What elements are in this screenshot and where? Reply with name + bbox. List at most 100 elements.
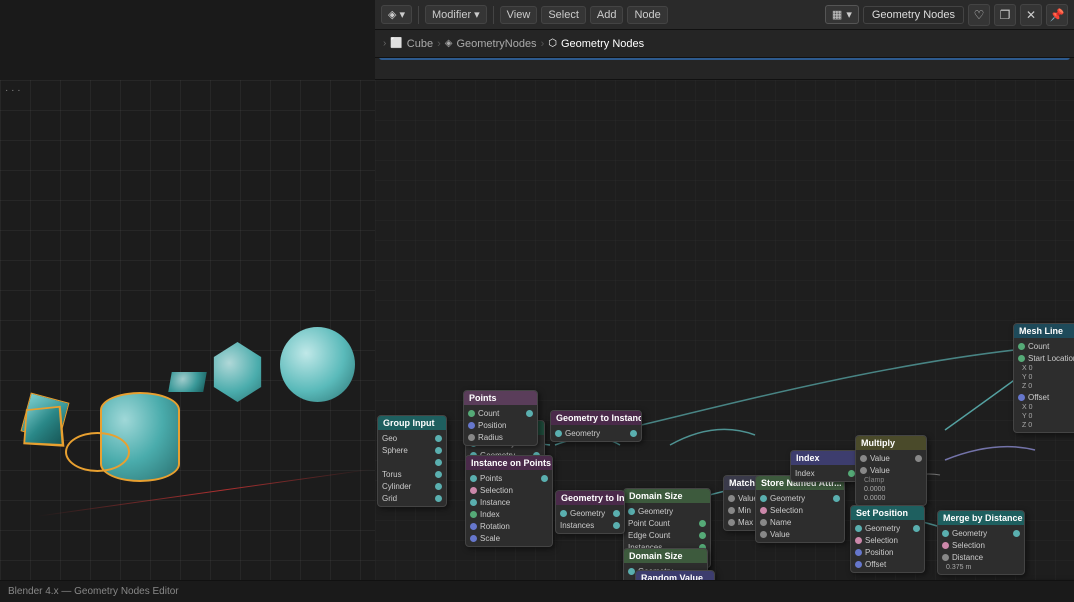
s-val [760, 531, 767, 538]
3d-viewport[interactable]: · · · [0, 80, 375, 602]
add-menu[interactable]: Add [590, 6, 624, 24]
tree-name-text: Geometry Nodes [872, 9, 955, 21]
s-geo [855, 525, 862, 532]
domain-size-2-header: Domain Size [624, 549, 707, 563]
bookmark-icon: ♡ [974, 8, 985, 22]
mesh-line-header: Mesh Line [1014, 324, 1074, 338]
tree-display-button[interactable]: ▦ ▾ [825, 5, 859, 24]
geonode-icon: ◈ [445, 38, 453, 49]
tree-display-icon: ▦ [832, 8, 842, 21]
s-a [860, 455, 867, 462]
s-sel [942, 542, 949, 549]
s-out [541, 475, 548, 482]
s-sel [760, 507, 767, 514]
breadcrumb-sep-2: › [541, 38, 545, 50]
modifier-button[interactable]: Modifier ▾ [425, 5, 487, 24]
socket-count [468, 410, 475, 417]
inst-on-points-header: Instance on Points [466, 456, 552, 470]
s-mode [1018, 355, 1025, 362]
merge-dist-body: Geometry Selection Distance 0.375 m [938, 525, 1024, 574]
s-rot [470, 523, 477, 530]
node-editor-canvas[interactable]: Join Geometry Geometry Geometry Geometry… [375, 80, 1074, 602]
inst-on-points-body: Points Selection Instance Index Rotation… [466, 470, 552, 546]
points-header: Points [464, 391, 537, 405]
geo-to-inst-2-hdr: Geometry to Inst... [556, 491, 624, 505]
breadcrumb-cube[interactable]: ⬜ Cube [390, 38, 433, 50]
mesh-line-node[interactable]: Mesh Line Count Start Location X 0 Y 0 Z… [1013, 323, 1074, 433]
s-inst-out [613, 510, 620, 517]
select-label: Select [548, 9, 579, 21]
s-sel [855, 537, 862, 544]
select-menu[interactable]: Select [541, 6, 586, 24]
breadcrumb-sep-1: › [437, 38, 441, 50]
editor-type-arrow: ▾ [399, 8, 405, 21]
geometry-nodes-label: Geometry Nodes [561, 38, 644, 50]
ellipse-object [65, 432, 130, 472]
node-label: Node [634, 9, 660, 21]
node-menu[interactable]: Node [627, 6, 667, 24]
s-inst [470, 499, 477, 506]
s-o4 [435, 471, 442, 478]
tree-name-display: Geometry Nodes [863, 6, 964, 24]
points-body: Count Position Radius [464, 405, 537, 445]
group-input-header: Group Input [378, 416, 446, 430]
add-label: Add [597, 9, 617, 21]
points-node[interactable]: Points Count Position Radius [463, 390, 538, 446]
multiply-body: Value Value Clamp 0.0000 0.0000 [856, 450, 926, 505]
modifier-label: Modifier [432, 9, 471, 21]
breadcrumb-geometry-nodes[interactable]: ⬡ Geometry Nodes [548, 38, 644, 50]
s-pt [699, 520, 706, 527]
bookmark-button[interactable]: ♡ [968, 4, 990, 26]
s-out [1013, 530, 1020, 537]
set-pos-body: Geometry Selection Position Offset [851, 520, 924, 572]
s-geo [628, 568, 635, 575]
geo-to-instance-node[interactable]: Geometry to Instance Geometry [550, 410, 642, 442]
s-i2 [613, 522, 620, 529]
copy-icon: ❐ [1000, 8, 1011, 22]
geo-to-inst-header: Geometry to Instance [551, 411, 641, 425]
s-o1 [435, 435, 442, 442]
s-o3 [435, 459, 442, 466]
close-button[interactable]: ✕ [1020, 4, 1042, 26]
geo-to-instance-2-node[interactable]: Geometry to Inst... Geometry Instances [555, 490, 625, 534]
copy-button[interactable]: ❐ [994, 4, 1016, 26]
mesh-line-body: Count Start Location X 0 Y 0 Z 0 Offset … [1014, 338, 1074, 432]
geo-to-inst-2-body: Geometry Instances [556, 505, 624, 533]
s-idx [470, 511, 477, 518]
s-geo [760, 495, 767, 502]
editor-type-button[interactable]: ◈ ▾ [381, 5, 412, 24]
s-geo [942, 530, 949, 537]
s-min [728, 507, 735, 514]
node-editor-toolbar: ◈ ▾ Modifier ▾ View Select Add Node ▦ ▾ … [375, 0, 1074, 30]
index-node[interactable]: Index Index [790, 450, 860, 482]
s-geo-in [560, 510, 567, 517]
s-out [833, 495, 840, 502]
modifier-arrow: ▾ [474, 8, 480, 21]
origin-cube [23, 406, 64, 447]
instance-on-points-node[interactable]: Instance on Points Points Selection Inst… [465, 455, 553, 547]
viewport-shading-label: · · · [5, 85, 21, 96]
pin-button[interactable]: 📌 [1046, 4, 1068, 26]
merge-by-distance-node[interactable]: Merge by Distance Geometry Selection Dis… [937, 510, 1025, 575]
s-scale [470, 535, 477, 542]
editor-type-icon: ◈ [388, 8, 396, 21]
cube-label: Cube [407, 38, 433, 50]
store-attr-body: Geometry Selection Name Value [756, 490, 844, 542]
group-input-body: Geo Sphere Torus Cylinder Grid [378, 430, 446, 506]
multiply-node[interactable]: Multiply Value Value Clamp 0.0000 0.0000 [855, 435, 927, 506]
store-named-attr-node[interactable]: Store Named Attr... Geometry Selection N… [755, 475, 845, 543]
s-o2 [435, 447, 442, 454]
tree-display-arrow: ▾ [846, 8, 852, 21]
status-text: Blender 4.x — Geometry Nodes Editor [8, 586, 179, 597]
group-input-node[interactable]: Group Input Geo Sphere Torus Cylinder Gr… [377, 415, 447, 507]
view-menu[interactable]: View [500, 6, 538, 24]
breadcrumb-expand[interactable]: › [383, 38, 386, 49]
sphere-object [280, 327, 355, 402]
breadcrumb-geonodes[interactable]: ◈ GeometryNodes [445, 38, 537, 50]
s-pos [855, 549, 862, 556]
set-position-node[interactable]: Set Position Geometry Selection Position… [850, 505, 925, 573]
s-dist [942, 554, 949, 561]
s-out [915, 455, 922, 462]
s-offset [1018, 394, 1025, 401]
s-name [760, 519, 767, 526]
